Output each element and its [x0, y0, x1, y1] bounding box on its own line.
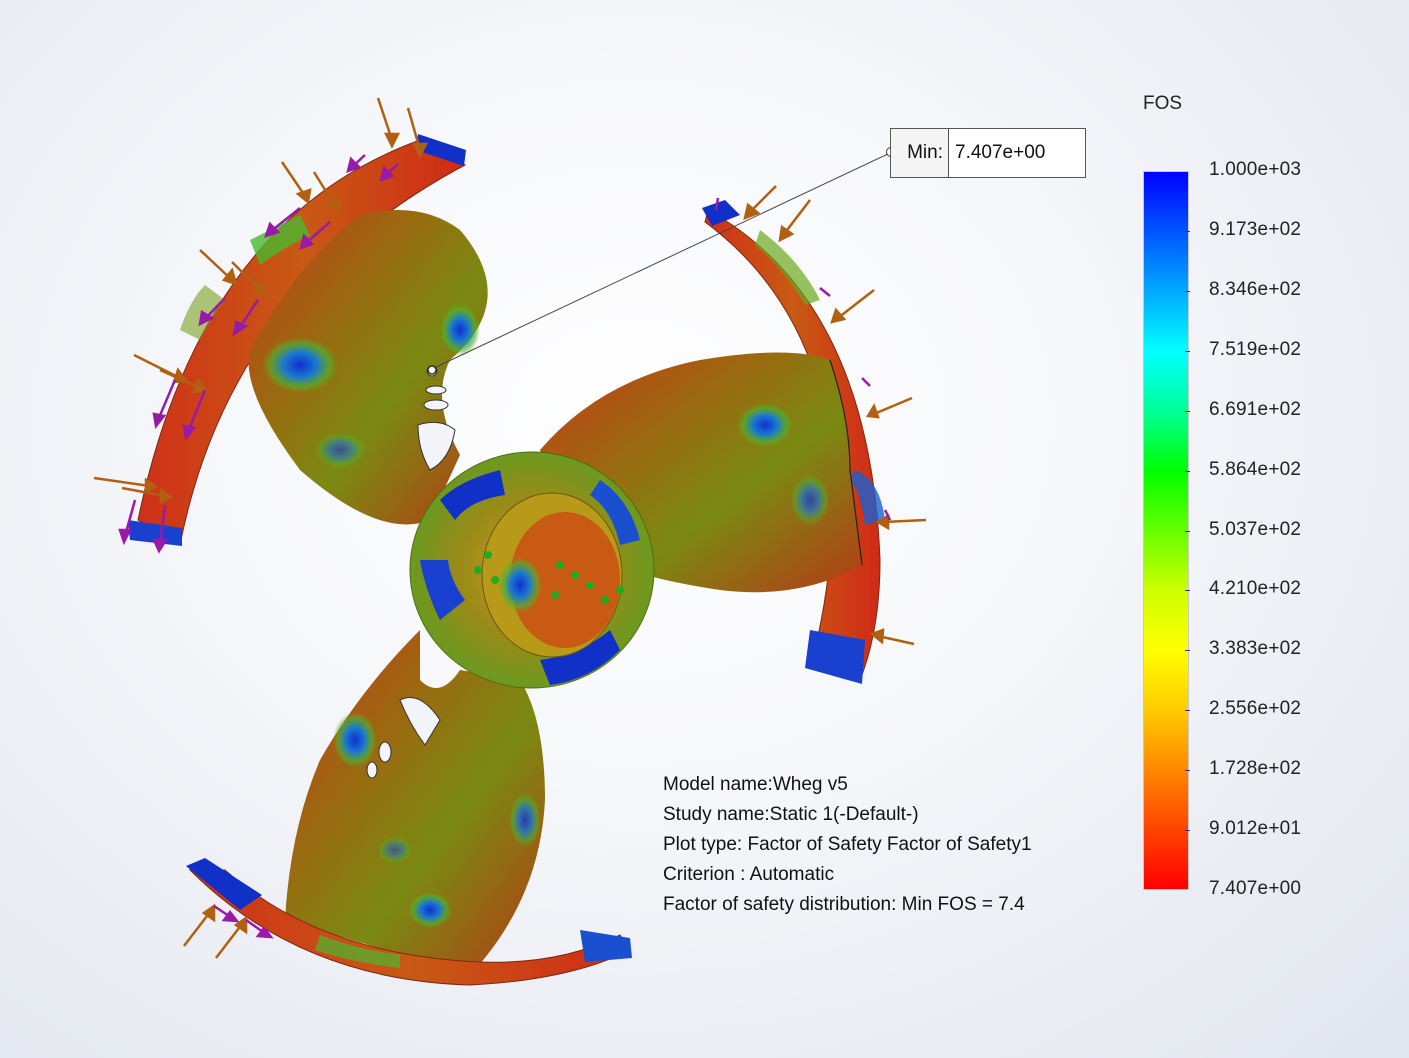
criterion: Criterion : Automatic	[663, 864, 835, 885]
model-name: Model name:Wheg v5	[663, 774, 848, 795]
legend-tick-label: 9.173e+02	[1209, 218, 1302, 240]
legend-tick-label: 9.012e+01	[1209, 818, 1302, 840]
legend-tick-label: 2.556e+02	[1209, 698, 1302, 720]
legend-tick-label: 5.037e+02	[1209, 518, 1302, 540]
legend-tick-mark	[1185, 830, 1190, 832]
study-name: Study name:Static 1(-Default-)	[663, 804, 919, 825]
legend-tick-label: 6.691e+02	[1209, 398, 1302, 420]
min-location-marker	[427, 365, 437, 375]
min-callout[interactable]: Min: 7.407e+00	[890, 128, 1086, 178]
legend-tick-label: 7.519e+02	[1209, 338, 1302, 360]
plot-type: Plot type: Factor of Safety Factor of Sa…	[663, 834, 1032, 855]
legend-tick-label: 3.383e+02	[1209, 638, 1302, 660]
color-legend-bar[interactable]	[1143, 171, 1189, 890]
legend-tick-mark	[1185, 590, 1190, 592]
legend-tick-label: 5.864e+02	[1209, 458, 1302, 480]
legend-tick-label: 8.346e+02	[1209, 278, 1302, 300]
legend-tick-label: 1.000e+03	[1209, 159, 1302, 180]
legend-tick-mark	[1185, 350, 1190, 352]
min-callout-value: 7.407e+00	[955, 142, 1046, 163]
legend-tick-label: 7.407e+00	[1209, 878, 1302, 899]
legend-tick-mark	[1185, 770, 1190, 772]
legend-tick-mark	[1185, 650, 1190, 652]
min-callout-label: Min:	[891, 129, 949, 177]
legend-tick-mark	[1185, 290, 1190, 292]
legend-tick-mark	[1185, 710, 1190, 712]
legend-title: FOS	[1143, 93, 1183, 114]
legend-tick-mark	[1185, 530, 1190, 532]
legend-tick-label: 1.728e+02	[1209, 758, 1302, 780]
legend-tick-mark	[1185, 230, 1190, 232]
legend-tick-mark	[1185, 470, 1190, 472]
legend-tick-mark	[1185, 410, 1190, 412]
legend-tick-label: 4.210e+02	[1209, 578, 1302, 600]
study-info: Model name:Wheg v5 Study name:Static 1(-…	[663, 770, 1032, 920]
hub	[409, 451, 655, 689]
fos-distribution: Factor of safety distribution: Min FOS =…	[663, 894, 1025, 915]
